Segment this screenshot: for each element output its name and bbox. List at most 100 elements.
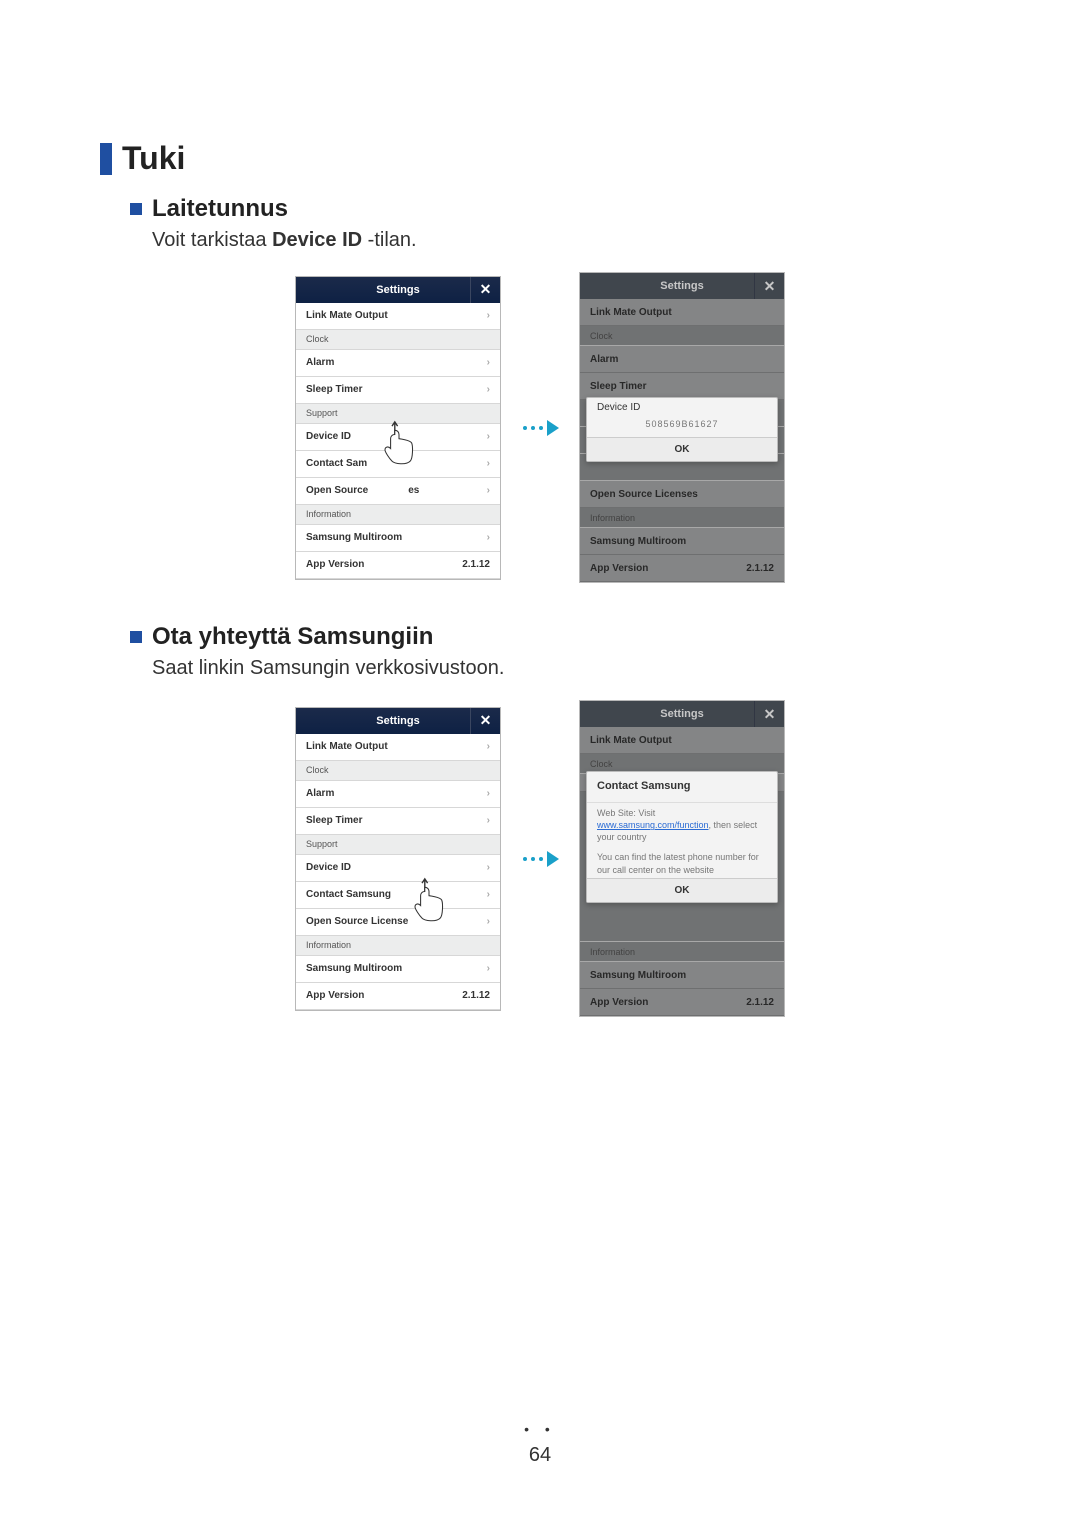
row-contact-samsung[interactable]: Contact Samsung › (296, 882, 500, 909)
close-button[interactable]: ✕ (470, 277, 500, 303)
chevron-right-icon: › (487, 310, 490, 321)
settings-screen-after-device-id: Settings ✕ Link Mate Output› Clock Alarm… (579, 272, 785, 583)
section-information: Information (580, 942, 784, 962)
row-label: Contact Sam (306, 458, 367, 469)
row-sleep-timer[interactable]: Sleep Timer› (296, 377, 500, 404)
row-contact-samsung[interactable]: Contact Sam› (296, 451, 500, 478)
title-text: Settings (376, 715, 419, 727)
body-text: Voit tarkistaa (152, 229, 272, 251)
row-label: App Version (590, 997, 648, 1008)
device-id-popup: Device ID 508569B61627 OK (586, 397, 778, 462)
chevron-right-icon: › (771, 381, 774, 392)
section-label: Clock (306, 334, 329, 344)
row-open-source[interactable]: Open Source License › (296, 909, 500, 936)
row-label: Samsung Multiroom (306, 532, 402, 543)
row-app-version: App Version 2.1.12 (580, 989, 784, 1016)
transition-arrow-icon (521, 420, 559, 436)
row-multiroom: Samsung Multiroom › (580, 962, 784, 989)
row-alarm[interactable]: Alarm› (296, 350, 500, 377)
section-label: Information (590, 513, 635, 523)
chevron-right-icon: › (487, 741, 490, 752)
popup-link[interactable]: www.samsung.com/function (597, 820, 709, 830)
title-bar: Settings ✕ (296, 708, 500, 734)
chevron-right-icon: › (487, 788, 490, 799)
heading-bar-icon (100, 143, 112, 175)
chevron-right-icon: › (771, 489, 774, 500)
square-bullet-icon (130, 631, 142, 643)
row-label: Alarm (306, 788, 334, 799)
section-label: Information (590, 947, 635, 957)
chevron-right-icon: › (487, 963, 490, 974)
row-label: Open Source License (306, 916, 408, 927)
subsection-heading: Ota yhteyttä Samsungiin (130, 623, 980, 651)
page-number: 64 (0, 1444, 1080, 1467)
figure-row-device-id: Settings ✕ Link Mate Output› Clock Alarm… (100, 272, 980, 583)
chevron-right-icon: › (487, 889, 490, 900)
row-app-version: App Version 2.1.12 (296, 983, 500, 1010)
chevron-right-icon: › (771, 970, 774, 981)
section-information: Information (296, 936, 500, 956)
row-alarm[interactable]: Alarm › (296, 781, 500, 808)
section-label: Clock (590, 331, 613, 341)
row-multiroom[interactable]: Samsung Multiroom› (296, 956, 500, 983)
section-information: Information (580, 508, 784, 528)
row-label: Link Mate Output (590, 735, 672, 746)
figure-row-contact: Settings ✕ Link Mate Output› Clock Alarm… (100, 700, 980, 1017)
square-bullet-icon (130, 203, 142, 215)
row-label: Alarm (306, 357, 334, 368)
body-paragraph: Saat linkin Samsungin verkkosivustoon. (152, 657, 980, 680)
body-bold: Device ID (272, 229, 362, 251)
row-device-id[interactable]: Device ID› (296, 855, 500, 882)
row-value: 2.1.12 (462, 990, 490, 1001)
row-label: Contact Samsung (306, 889, 391, 900)
title-text: Settings (376, 284, 419, 296)
row-label: Sleep Timer (590, 381, 647, 392)
contact-samsung-popup: Contact Samsung Web Site: Visit www.sams… (586, 771, 778, 903)
title-text: Settings (660, 708, 703, 720)
popup-text: Web Site: Visit (597, 808, 655, 818)
row-label: Sleep Timer (306, 815, 363, 826)
row-open-source[interactable]: Open Sourcees› (296, 478, 500, 505)
row-link-mate: Link Mate Output› (580, 727, 784, 754)
title-bar: Settings ✕ (580, 701, 784, 727)
section-label: Clock (306, 765, 329, 775)
section-label: Information (306, 940, 351, 950)
close-button[interactable]: ✕ (754, 701, 784, 727)
row-link-mate[interactable]: Link Mate Output› (296, 734, 500, 761)
section-clock: Clock (296, 330, 500, 350)
row-label: Open Source Licenses (590, 489, 698, 500)
popup-body: Web Site: Visit www.samsung.com/function… (587, 803, 777, 845)
subheading-text: Ota yhteyttä Samsungiin (152, 623, 433, 651)
close-button[interactable]: ✕ (754, 273, 784, 299)
chevron-right-icon: › (487, 916, 490, 927)
close-button[interactable]: ✕ (470, 708, 500, 734)
section-support: Support (296, 404, 500, 424)
popup-title: Device ID (587, 398, 777, 413)
row-value: 2.1.12 (746, 563, 774, 574)
row-label: Open Source (306, 485, 368, 496)
popup-ok-button[interactable]: OK (587, 437, 777, 461)
chevron-right-icon: › (487, 431, 490, 442)
section-information: Information (296, 505, 500, 525)
subheading-text: Laitetunnus (152, 195, 288, 223)
row-label: Device ID (306, 431, 351, 442)
chevron-right-icon: › (487, 862, 490, 873)
popup-title: Contact Samsung (587, 772, 777, 798)
row-device-id[interactable]: Device ID › (296, 424, 500, 451)
chevron-right-icon: › (771, 354, 774, 365)
row-multiroom[interactable]: Samsung Multiroom› (296, 525, 500, 552)
subsection-heading: Laitetunnus (130, 195, 980, 223)
row-label: Samsung Multiroom (590, 970, 686, 981)
row-value: 2.1.12 (462, 559, 490, 570)
row-label: App Version (306, 990, 364, 1001)
row-link-mate[interactable]: Link Mate Output› (296, 303, 500, 330)
row-value: 2.1.12 (746, 997, 774, 1008)
row-sleep-timer[interactable]: Sleep Timer› (296, 808, 500, 835)
title-bar: Settings ✕ (580, 273, 784, 299)
section-label: Support (306, 408, 338, 418)
popup-ok-button[interactable]: OK (587, 878, 777, 902)
chevron-right-icon: › (771, 307, 774, 318)
row-label: App Version (306, 559, 364, 570)
section-label: Support (306, 839, 338, 849)
row-alarm: Alarm› (580, 346, 784, 373)
